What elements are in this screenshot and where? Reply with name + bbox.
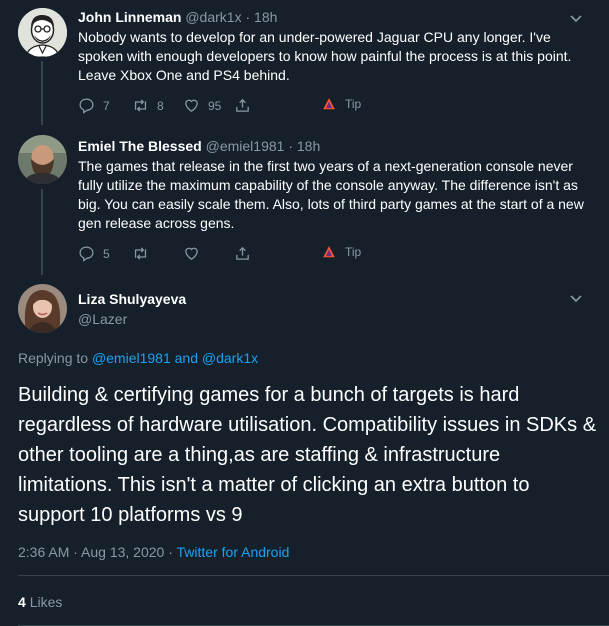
- likes-count: 4: [18, 594, 26, 610]
- focused-tweet-text: Building & certifying games for a bunch …: [18, 384, 597, 526]
- avatar[interactable]: [18, 284, 67, 333]
- tweet-source[interactable]: Twitter for Android: [177, 544, 290, 560]
- likes-label: Likes: [29, 594, 63, 610]
- likes-summary[interactable]: 4 Likes: [18, 594, 62, 610]
- chevron-down-icon[interactable]: [567, 289, 585, 307]
- replying-to: Replying to @emiel1981 and @dark1x: [18, 350, 258, 366]
- divider: [18, 575, 609, 576]
- mention-link-emiel1981[interactable]: @emiel1981: [92, 350, 171, 366]
- tweet-timestamp[interactable]: 2:36 AM · Aug 13, 2020 ·: [18, 544, 173, 560]
- mention-link-dark1x[interactable]: @dark1x: [202, 350, 258, 366]
- replying-prefix: Replying to: [18, 350, 89, 366]
- focused-tweet: Liza Shulyayeva @Lazer Replying to @emie…: [0, 0, 609, 626]
- user-handle[interactable]: @Lazer: [78, 311, 127, 327]
- replying-and[interactable]: and: [175, 350, 198, 366]
- avatar-photo: [18, 284, 67, 333]
- display-name[interactable]: Liza Shulyayeva: [78, 291, 186, 307]
- tweet-meta: 2:36 AM · Aug 13, 2020 · Twitter for And…: [18, 544, 289, 560]
